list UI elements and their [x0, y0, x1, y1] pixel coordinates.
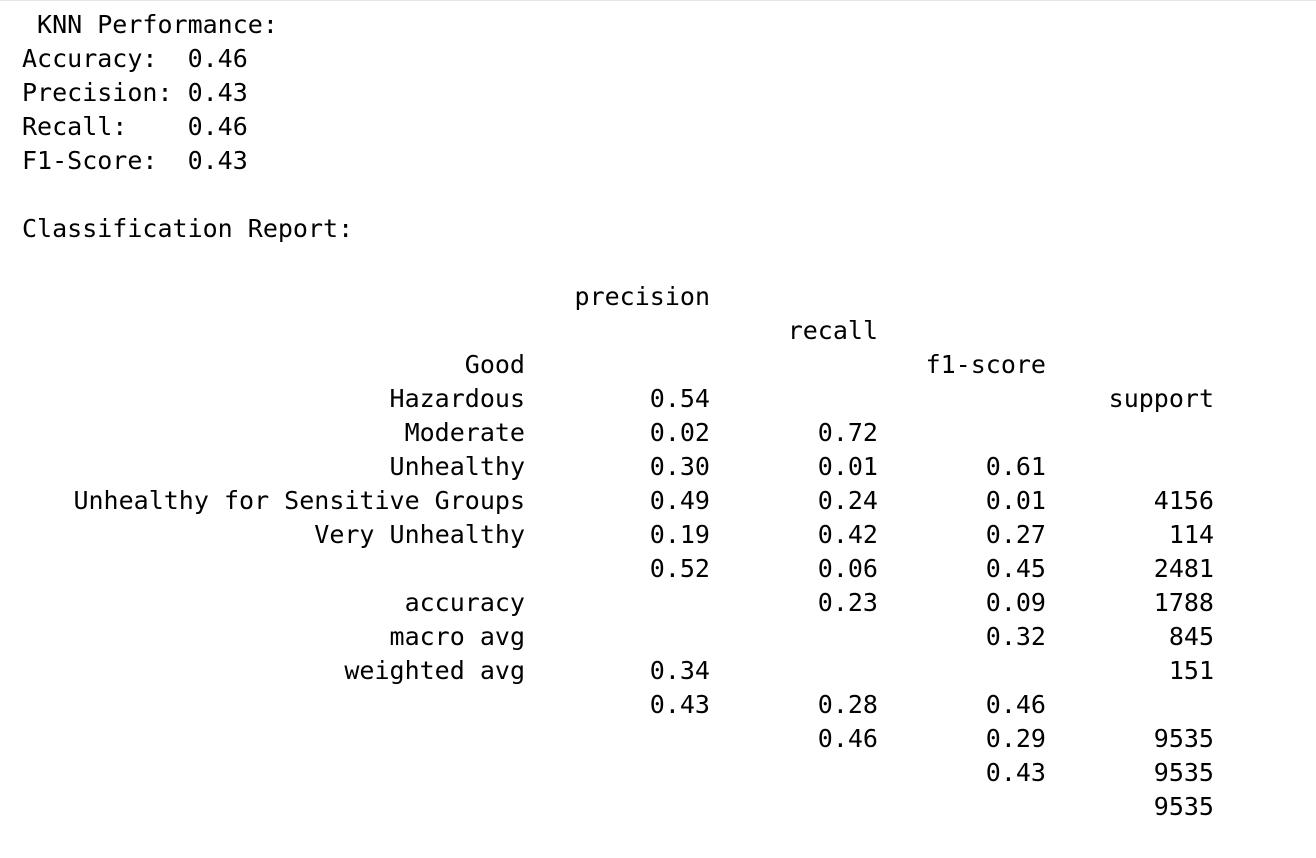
support-value: 151: [1168, 656, 1214, 685]
support-value: 9535: [1153, 758, 1214, 787]
performance-title: KNN Performance:: [22, 10, 278, 39]
report-row-unhealthy: Unhealthy 0.49 0.42 0.45 1788: [0, 416, 1316, 617]
support-value: 9535: [1153, 724, 1214, 753]
row-label: weighted avg: [344, 656, 525, 685]
support-value: 114: [1168, 520, 1214, 549]
report-row-weighted-avg: weighted avg 0.43 0.46 0.43 9535: [0, 620, 1316, 821]
row-label: Very Unhealthy: [314, 520, 525, 549]
metric-label: Accuracy:: [22, 44, 188, 73]
metric-value: 0.43: [187, 78, 248, 107]
report-row-unhealthy-for-sensitive-groups: Unhealthy for Sensitive Groups 0.19 0.06…: [0, 450, 1316, 651]
metric-value: 0.46: [187, 112, 248, 141]
f1-score-value: 0.43: [985, 758, 1046, 787]
header-precision: precision: [574, 282, 710, 311]
metric-value: 0.43: [187, 146, 248, 175]
metric-row-accuracy: Accuracy: 0.46: [22, 42, 248, 76]
notebook-output-cell: KNN Performance: Accuracy: 0.46 Precisio…: [0, 0, 1316, 821]
report-title: Classification Report:: [22, 214, 354, 243]
metric-label: F1-Score:: [22, 146, 188, 175]
metric-label: Precision:: [22, 78, 188, 107]
precision-value: 0.34: [649, 656, 710, 685]
metric-value: 0.46: [187, 44, 248, 73]
report-row-moderate: Moderate 0.30 0.24 0.27 2481: [0, 382, 1316, 583]
support-value: 9535: [1153, 792, 1214, 821]
recall-value: [730, 654, 878, 688]
precision-value: 0.19: [649, 520, 710, 549]
metric-label: Recall:: [22, 112, 188, 141]
recall-value: 0.46: [817, 724, 878, 753]
metric-row-recall: Recall: 0.46: [22, 110, 248, 144]
recall-value: 0.28: [817, 690, 878, 719]
metric-row-f1-score: F1-Score: 0.43: [22, 144, 248, 178]
report-row-accuracy: accuracy 0.46 9535: [0, 552, 1316, 753]
report-row-good: Good 0.54 0.72 0.61 4156: [0, 314, 1316, 515]
f1-score-value: 0.27: [985, 520, 1046, 549]
report-header-row: precision recall f1-score support: [0, 246, 1316, 413]
f1-score-value: 0.29: [985, 724, 1046, 753]
report-row-macro-avg: macro avg 0.34 0.28 0.29 9535: [0, 586, 1316, 787]
metric-row-precision: Precision: 0.43: [22, 76, 248, 110]
report-row-very-unhealthy: Very Unhealthy 0.52 0.23 0.32 151: [0, 484, 1316, 685]
recall-value: 0.42: [817, 520, 878, 549]
precision-value: 0.43: [649, 690, 710, 719]
report-row-hazardous: Hazardous 0.02 0.01 0.01 114: [0, 348, 1316, 549]
f1-score-value: 0.46: [985, 690, 1046, 719]
